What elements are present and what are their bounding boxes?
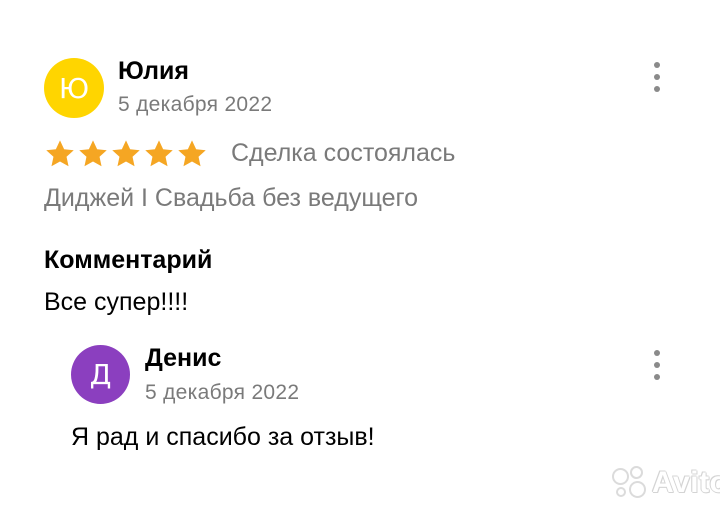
comment-text: Все супер!!!! [44,288,189,316]
comment-heading: Комментарий [44,246,213,274]
author-name[interactable]: Юлия [118,57,189,86]
reply-avatar[interactable]: Д [71,345,130,404]
star-icon [145,140,173,167]
service-title: Диджей I Свадьба без ведущего [44,184,418,212]
watermark-text: Avito [652,466,720,499]
review-card: Ю Юлия 5 декабря 2022 Сделка состоялась … [0,0,720,509]
rating-stars [44,138,208,170]
star-icon [112,140,140,167]
reply-author-name[interactable]: Денис [145,344,221,373]
star-icon [46,140,74,167]
star-icon [178,140,206,167]
reply-text: Я рад и спасибо за отзыв! [71,423,375,451]
star-icon [79,140,107,167]
more-vertical-icon[interactable] [645,62,669,92]
more-vertical-icon[interactable] [645,350,669,380]
review-date: 5 декабря 2022 [118,93,273,116]
avatar-initial: Д [89,358,112,391]
avatar-initial: Ю [58,71,90,105]
avatar[interactable]: Ю [44,58,104,118]
reply-date: 5 декабря 2022 [145,381,300,404]
avito-watermark: Avito [612,466,720,500]
avito-logo-icon [612,466,646,500]
deal-status: Сделка состоялась [231,139,456,167]
